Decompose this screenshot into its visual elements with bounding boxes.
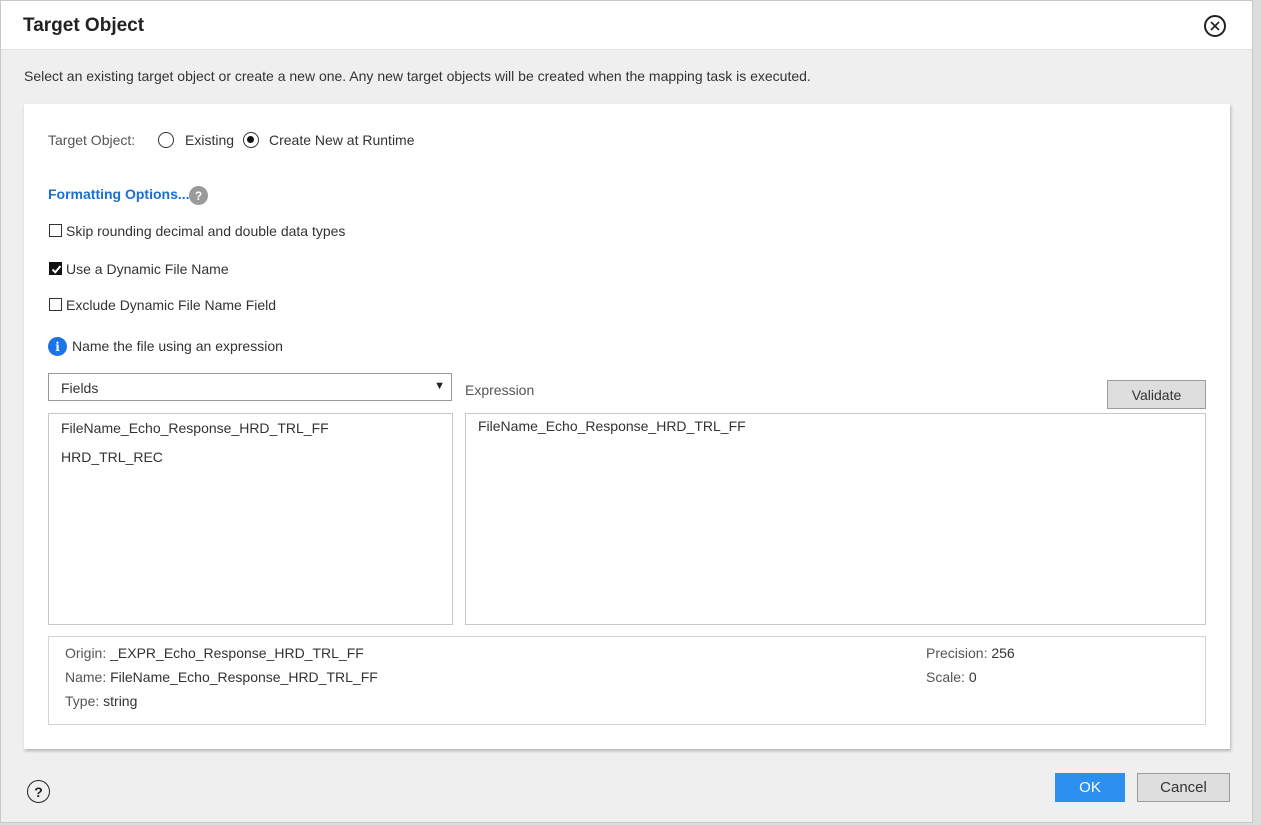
skip-rounding-label[interactable]: Skip rounding decimal and double data ty…	[66, 223, 345, 239]
radio-create-new-label[interactable]: Create New at Runtime	[269, 132, 415, 148]
dialog-title: Target Object	[23, 15, 145, 36]
info-note-text: Name the file using an expression	[72, 338, 283, 354]
formatting-options-link[interactable]: Formatting Options...	[48, 186, 190, 202]
radio-existing[interactable]	[158, 132, 174, 148]
dynamic-file-name-checkbox[interactable]	[49, 262, 62, 275]
dialog-subtitle: Select an existing target object or crea…	[24, 68, 811, 84]
fields-list[interactable]: FileName_Echo_Response_HRD_TRL_FF HRD_TR…	[48, 413, 453, 625]
expression-editor[interactable]: FileName_Echo_Response_HRD_TRL_FF	[465, 413, 1206, 625]
precision-key: Precision:	[926, 645, 988, 661]
close-icon	[1210, 21, 1220, 31]
target-object-dialog: Target Object Select an existing target …	[0, 0, 1253, 823]
fields-dropdown[interactable]: Fields ▼	[48, 373, 452, 401]
target-object-label: Target Object:	[48, 132, 136, 148]
ok-button[interactable]: OK	[1055, 773, 1125, 802]
name-value: FileName_Echo_Response_HRD_TRL_FF	[110, 669, 378, 685]
origin-value: _EXPR_Echo_Response_HRD_TRL_FF	[110, 645, 364, 661]
cancel-button[interactable]: Cancel	[1137, 773, 1230, 802]
settings-panel: Target Object: Existing Create New at Ru…	[24, 104, 1230, 749]
checkmark-icon	[51, 265, 62, 274]
dialog-header: Target Object	[1, 1, 1252, 50]
origin-key: Origin:	[65, 645, 107, 661]
close-button[interactable]	[1204, 15, 1226, 37]
scale-key: Scale:	[926, 669, 965, 685]
skip-rounding-checkbox[interactable]	[49, 224, 62, 237]
caret-down-icon: ▼	[434, 380, 445, 392]
type-row: Type: string	[65, 693, 137, 709]
precision-value: 256	[991, 645, 1015, 661]
precision-row: Precision: 256	[926, 645, 1015, 661]
scale-value: 0	[968, 669, 977, 685]
dynamic-file-name-label[interactable]: Use a Dynamic File Name	[66, 261, 229, 277]
exclude-dynamic-field-checkbox[interactable]	[49, 298, 62, 311]
scale-row: Scale: 0	[926, 669, 977, 685]
list-item[interactable]: HRD_TRL_REC	[61, 449, 163, 465]
validate-button[interactable]: Validate	[1107, 380, 1206, 409]
fields-dropdown-value: Fields	[61, 380, 99, 396]
list-item[interactable]: FileName_Echo_Response_HRD_TRL_FF	[61, 420, 329, 436]
exclude-dynamic-field-label[interactable]: Exclude Dynamic File Name Field	[66, 297, 276, 313]
expression-text[interactable]: FileName_Echo_Response_HRD_TRL_FF	[478, 418, 746, 434]
question-icon[interactable]: ?	[189, 186, 208, 205]
field-info-panel: Origin: _EXPR_Echo_Response_HRD_TRL_FF N…	[48, 636, 1206, 725]
radio-existing-label[interactable]: Existing	[185, 132, 234, 148]
name-row: Name: FileName_Echo_Response_HRD_TRL_FF	[65, 669, 378, 685]
info-icon: i	[48, 337, 67, 356]
expression-label: Expression	[465, 382, 535, 398]
radio-create-new[interactable]	[243, 132, 259, 148]
origin-row: Origin: _EXPR_Echo_Response_HRD_TRL_FF	[65, 645, 364, 661]
type-key: Type:	[65, 693, 100, 709]
type-value: string	[103, 693, 138, 709]
name-key: Name:	[65, 669, 107, 685]
help-button[interactable]: ?	[27, 780, 50, 803]
